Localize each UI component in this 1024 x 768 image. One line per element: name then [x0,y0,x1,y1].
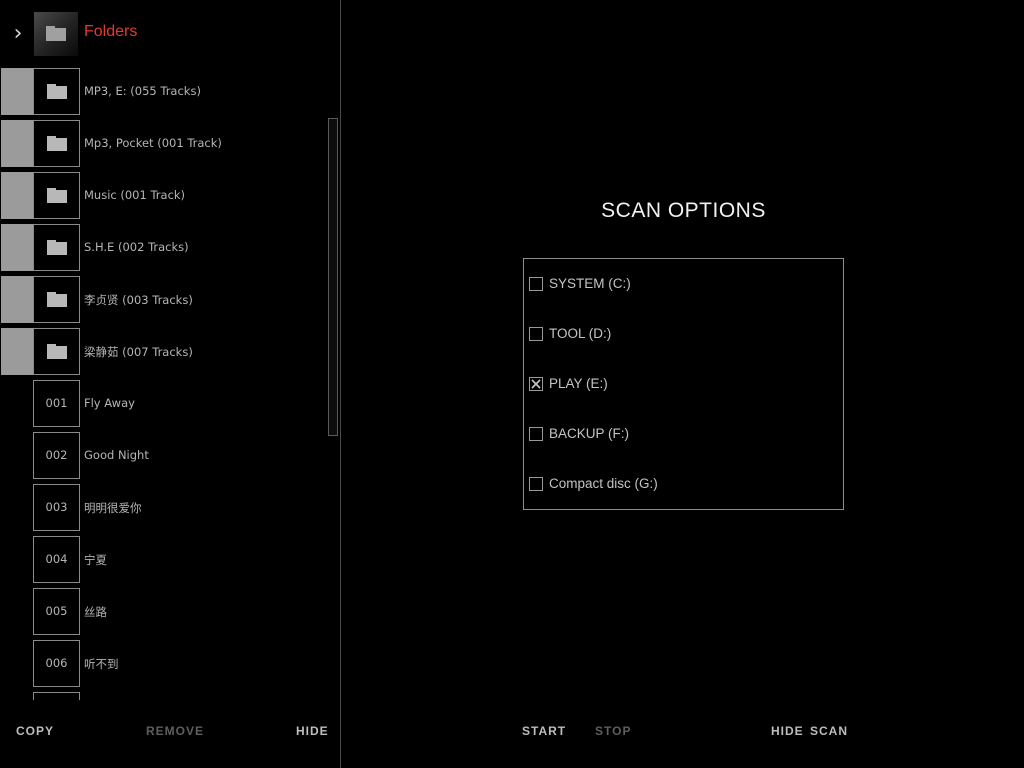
folder-row[interactable]: Music (001 Track) [0,172,326,219]
folder-label: 梁静茹 (007 Tracks) [84,345,193,359]
folder-label: Mp3, Pocket (001 Track) [84,136,222,150]
folder-icon [47,344,67,359]
stop-button[interactable]: STOP [595,724,631,738]
chevron-right-icon[interactable]: › [8,20,28,48]
row-indicator [1,68,34,115]
track-number: 006 [45,656,68,670]
hide-button[interactable]: HIDE [296,724,329,738]
folder-track-list: MP3, E: (055 Tracks) Mp3, Pocket (001 Tr… [0,68,326,700]
track-number: 005 [45,604,68,618]
folder-row[interactable]: MP3, E: (055 Tracks) [0,68,326,115]
start-button[interactable]: START [522,724,566,738]
track-number-tile [33,692,80,700]
track-title: 宁夏 [84,553,107,567]
folder-tile [33,172,80,219]
folder-tile [33,68,80,115]
drive-option-g[interactable]: Compact disc (G:) [529,475,829,495]
remove-button[interactable]: REMOVE [146,724,204,738]
checkbox[interactable] [529,427,543,441]
track-row[interactable]: 001 Fly Away [0,380,326,427]
drive-label: PLAY (E:) [549,376,608,391]
checkmark-x-icon [531,379,541,389]
folder-tile [33,328,80,375]
scan-footer: START STOP HIDE SCAN [342,724,1024,744]
drive-label: Compact disc (G:) [549,476,658,491]
folder-icon [46,26,66,41]
checkbox[interactable] [529,277,543,291]
track-number-tile: 004 [33,536,80,583]
drive-option-e[interactable]: PLAY (E:) [529,375,829,395]
track-title: 丝路 [84,605,107,619]
track-row[interactable]: 003 明明很爱你 [0,484,326,531]
folder-icon [47,292,67,307]
checkbox[interactable] [529,327,543,341]
checkbox[interactable] [529,477,543,491]
folder-icon [47,84,67,99]
drive-label: BACKUP (F:) [549,426,630,441]
copy-button[interactable]: COPY [16,724,54,738]
folders-footer: COPY REMOVE HIDE [0,724,341,744]
row-indicator [1,276,34,323]
folders-root-tile[interactable] [34,12,78,56]
folder-label: S.H.E (002 Tracks) [84,240,189,254]
folder-label: Music (001 Track) [84,188,186,202]
folder-icon [47,136,67,151]
folder-icon [47,240,67,255]
folder-icon [47,188,67,203]
hide-scan-button[interactable]: HIDE [771,724,804,738]
track-title: Fly Away [84,396,135,410]
row-indicator [1,328,34,375]
track-title: 听不到 [84,657,119,671]
track-row[interactable]: 006 听不到 [0,640,326,687]
track-number-tile: 003 [33,484,80,531]
track-row[interactable] [0,692,326,700]
track-number: 001 [45,396,68,410]
folder-row[interactable]: S.H.E (002 Tracks) [0,224,326,271]
folder-row[interactable]: 梁静茹 (007 Tracks) [0,328,326,375]
row-indicator [1,224,34,271]
folder-tile [33,120,80,167]
scan-options-box: SYSTEM (C:) TOOL (D:) PLAY (E:) BACKUP (… [523,258,844,510]
track-number-tile: 006 [33,640,80,687]
folder-tile [33,276,80,323]
track-row[interactable]: 004 宁夏 [0,536,326,583]
folder-tile [33,224,80,271]
track-number: 003 [45,500,68,514]
row-indicator [1,120,34,167]
folders-header: › Folders [0,12,341,58]
track-number-tile: 002 [33,432,80,479]
drive-option-f[interactable]: BACKUP (F:) [529,425,829,445]
track-row[interactable]: 002 Good Night [0,432,326,479]
checkbox[interactable] [529,377,543,391]
folder-label: MP3, E: (055 Tracks) [84,84,201,98]
track-number: 004 [45,552,68,566]
drive-option-d[interactable]: TOOL (D:) [529,325,829,345]
row-indicator [1,172,34,219]
folder-label: 李贞贤 (003 Tracks) [84,293,193,307]
track-title: Good Night [84,448,149,462]
track-number: 002 [45,448,68,462]
folders-panel: › Folders MP3, E: (055 Tracks) Mp3, Pock… [0,0,341,768]
scan-options-title: SCAN OPTIONS [601,199,766,222]
list-scrollbar[interactable] [328,118,338,436]
media-library-app: › Folders MP3, E: (055 Tracks) Mp3, Pock… [0,0,1024,768]
folder-row[interactable]: Mp3, Pocket (001 Track) [0,120,326,167]
folders-title: Folders [84,23,138,40]
scan-button[interactable]: SCAN [810,724,848,738]
track-number-tile: 001 [33,380,80,427]
track-title: 明明很爱你 [84,501,142,515]
folder-row[interactable]: 李贞贤 (003 Tracks) [0,276,326,323]
track-number-tile: 005 [33,588,80,635]
drive-label: TOOL (D:) [549,326,612,341]
track-row[interactable]: 005 丝路 [0,588,326,635]
drive-option-c[interactable]: SYSTEM (C:) [529,275,829,295]
drive-label: SYSTEM (C:) [549,276,631,291]
